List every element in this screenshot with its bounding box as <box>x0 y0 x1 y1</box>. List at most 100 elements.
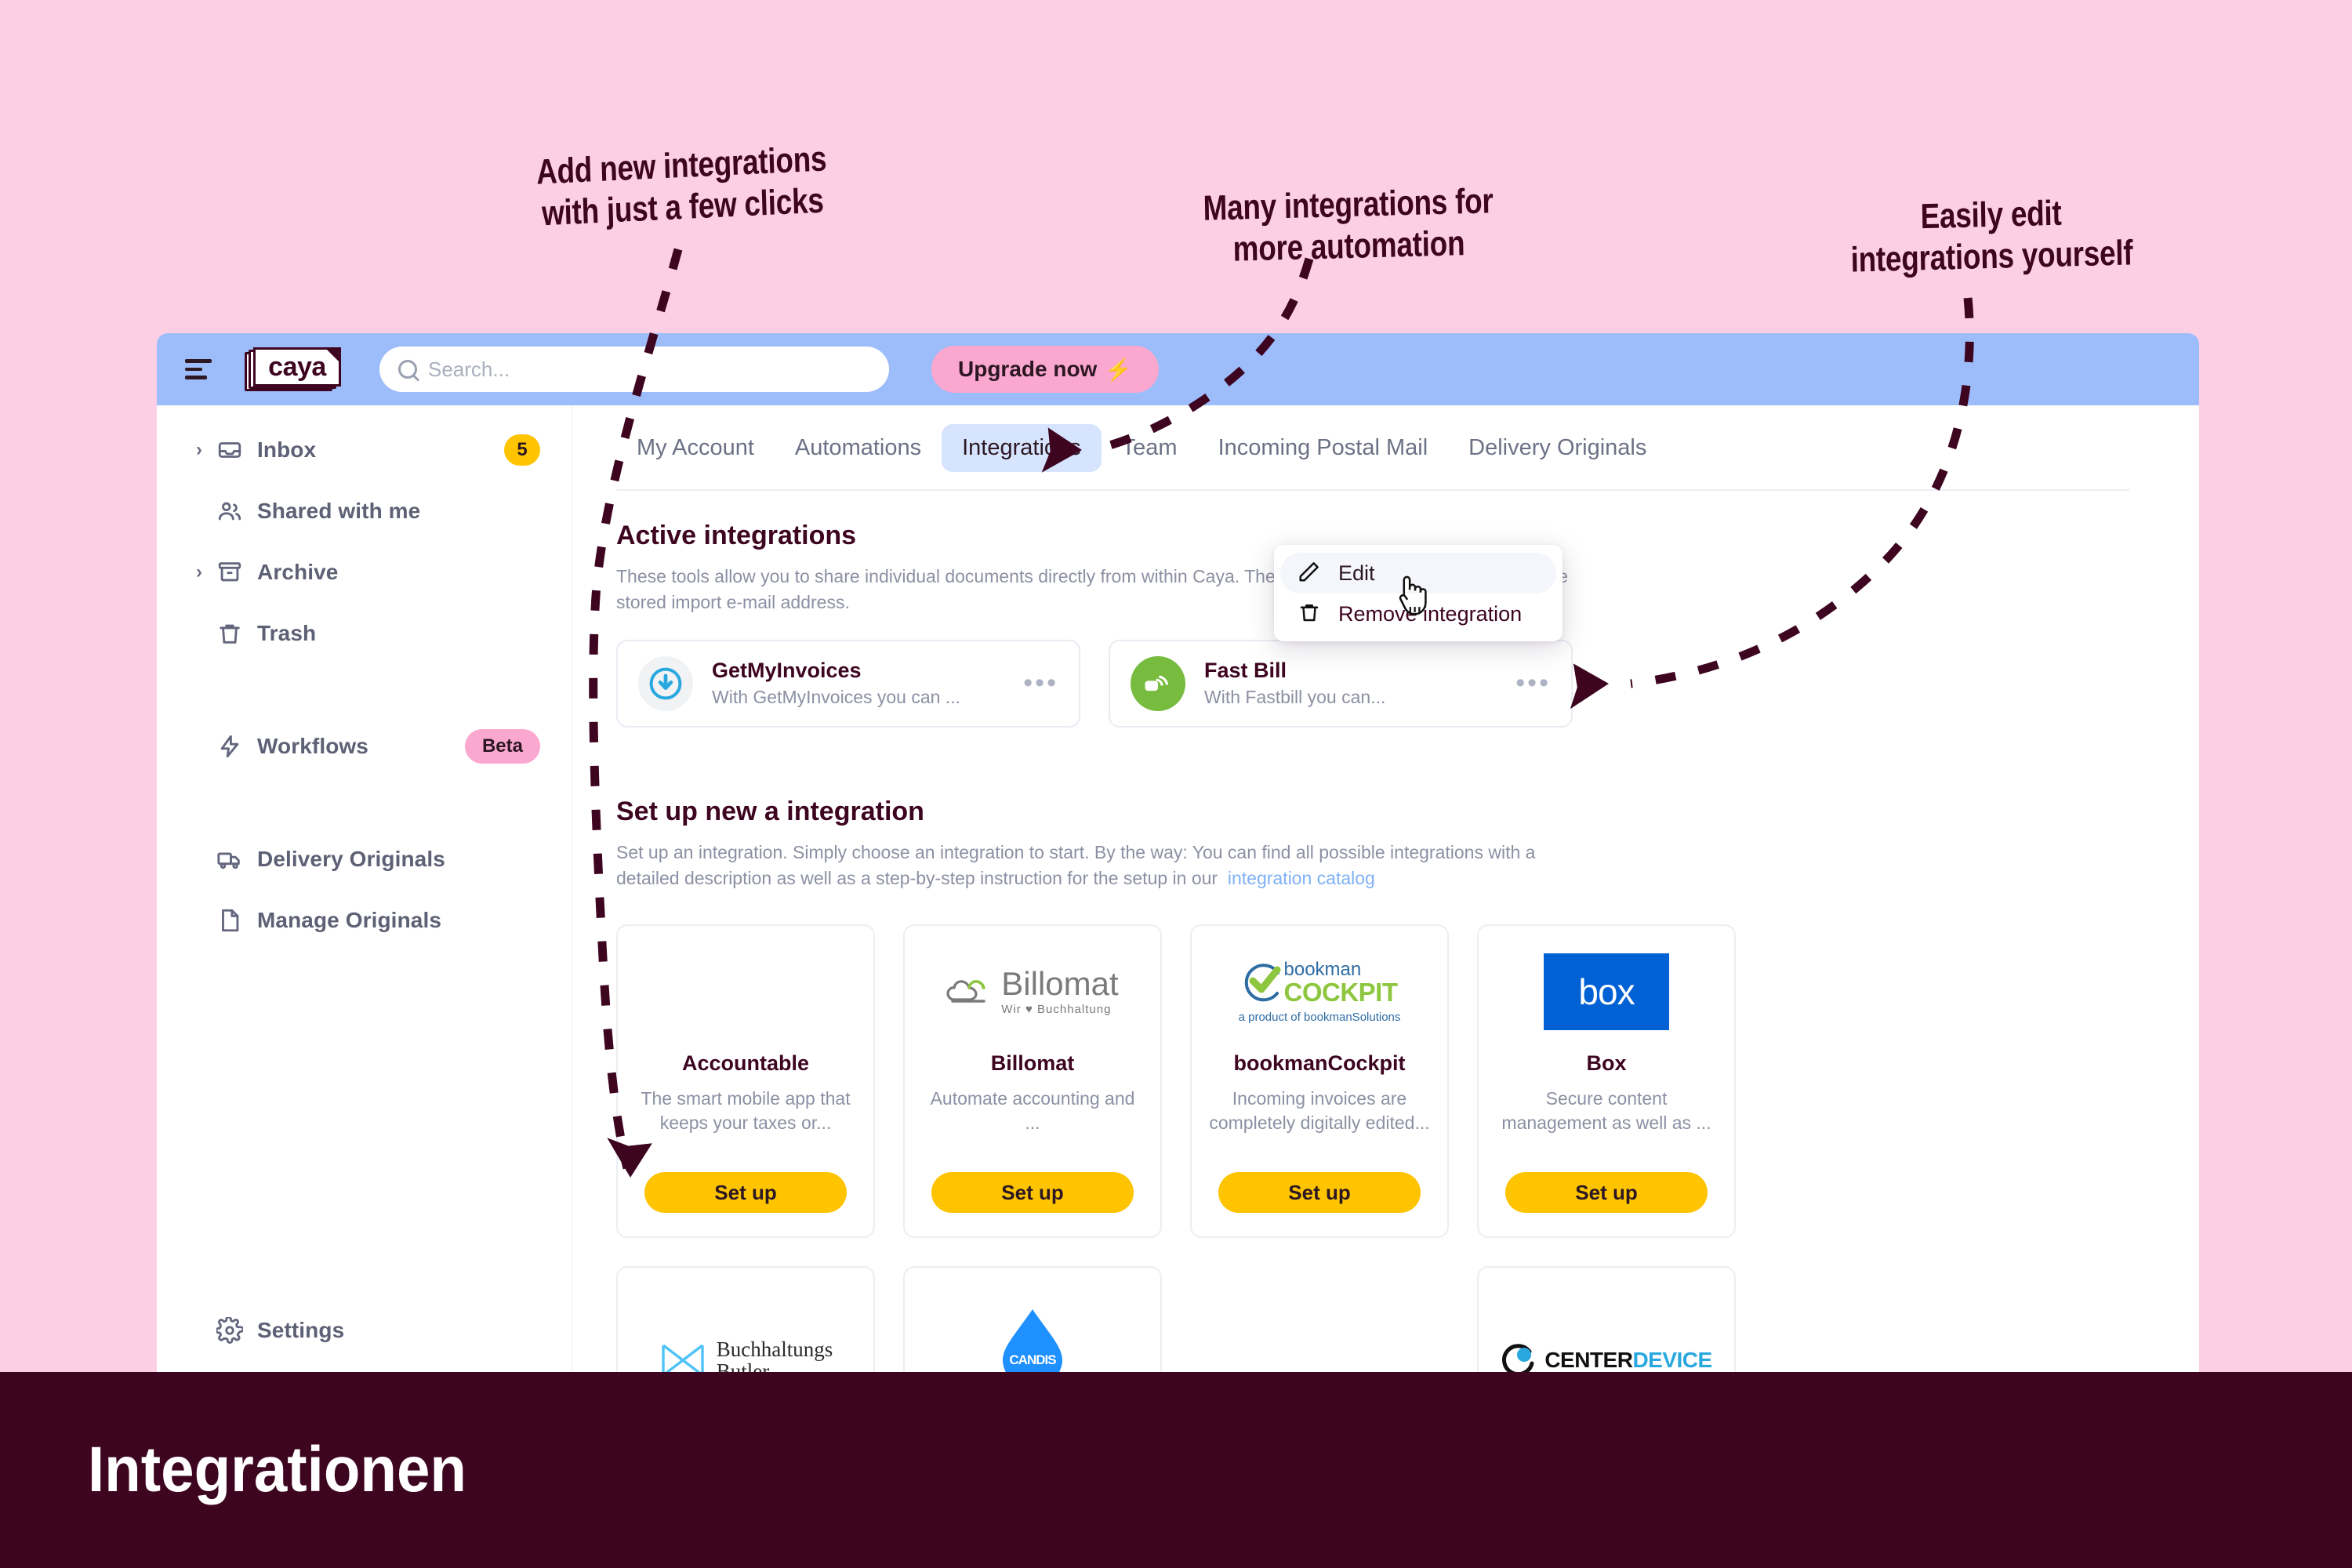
sidebar-item-label: Workflows <box>257 734 368 758</box>
beta-badge: Beta <box>464 729 540 764</box>
search-icon <box>398 360 417 379</box>
integration-card-accountable[interactable]: Accountable The smart mobile app that ke… <box>616 924 875 1239</box>
active-integration-card[interactable]: Fast Bill With Fastbill you can... ••• <box>1109 639 1573 728</box>
card-name: Billomat <box>990 1051 1075 1076</box>
billomat-wordmark: Billomat <box>1001 965 1119 1003</box>
box-logo: box <box>1496 948 1717 1036</box>
sidebar-item-shared-with-me[interactable]: › Shared with me <box>157 481 572 542</box>
chevron-right-icon[interactable]: › <box>196 441 216 459</box>
tab-incoming-postal-mail[interactable]: Incoming Postal Mail <box>1198 424 1449 472</box>
billomat-logo: Billomat Wir ♥ Buchhaltung <box>922 948 1143 1036</box>
tab-my-account[interactable]: My Account <box>616 424 775 472</box>
callout-add-integrations: Add new integrations with just a few cli… <box>535 138 827 234</box>
integration-card-empty-slot <box>1190 1266 1449 1372</box>
integration-catalog-link[interactable]: integration catalog <box>1228 868 1375 888</box>
setup-button[interactable]: Set up <box>1505 1172 1708 1214</box>
archive-icon <box>216 559 257 586</box>
app-topbar: caya Upgrade now ⚡ <box>157 333 2199 405</box>
integration-options-button[interactable]: ••• <box>1515 670 1551 696</box>
candis-wordmark: CANDIS <box>1009 1352 1056 1368</box>
sidebar-item-label: Archive <box>257 560 339 584</box>
app-window: caya Upgrade now ⚡ › <box>157 333 2199 1372</box>
sidebar-item-inbox[interactable]: › Inbox 5 <box>157 419 572 481</box>
page-fold-icon <box>326 349 339 362</box>
logo-card: caya <box>253 347 341 387</box>
sidebar-item-settings[interactable]: › Settings <box>157 1300 572 1361</box>
trash-icon <box>216 620 257 647</box>
integration-card-billomat[interactable]: Billomat Wir ♥ Buchhaltung Billomat Auto… <box>903 924 1162 1239</box>
card-description: Secure content management as well as ... <box>1501 1088 1711 1134</box>
users-icon <box>216 498 257 524</box>
cd-wordmark-b: DEVICE <box>1632 1348 1712 1372</box>
candis-logo: CANDIS <box>1001 1309 1064 1372</box>
chevron-right-icon[interactable]: › <box>196 563 216 582</box>
setup-button[interactable]: Set up <box>1218 1172 1421 1214</box>
settings-tabs: My Account Automations Integrations Team… <box>616 405 2199 472</box>
main-content: My Account Automations Integrations Team… <box>572 405 2199 1372</box>
card-description: Incoming invoices are completely digital… <box>1209 1088 1430 1134</box>
sidebar-item-manage-originals[interactable]: › Manage Originals <box>157 890 572 951</box>
document-icon <box>216 907 257 934</box>
sidebar-item-label: Shared with me <box>257 499 421 523</box>
tab-integrations[interactable]: Integrations <box>942 424 1102 472</box>
upgrade-now-button[interactable]: Upgrade now ⚡ <box>931 346 1160 393</box>
integration-card-buchhaltungsbutler[interactable]: Buchhaltungs Butler <box>616 1266 875 1372</box>
upgrade-label: Upgrade now <box>958 357 1098 381</box>
logo-slot <box>635 948 856 1036</box>
integration-card-centerdevice[interactable]: CENTERDEVICE <box>1477 1266 1736 1372</box>
tab-automations[interactable]: Automations <box>775 424 942 472</box>
bookman-wordmark-main: COCKPIT <box>1283 977 1399 1007</box>
bookman-wordmark-top: bookman <box>1283 958 1362 980</box>
trash-icon <box>1298 601 1321 628</box>
integration-name: GetMyInvoices <box>712 659 862 683</box>
caya-logo[interactable]: caya <box>245 347 342 391</box>
cd-wordmark-a: CENTER <box>1544 1348 1633 1372</box>
integration-card-candis[interactable]: CANDIS <box>903 1266 1162 1372</box>
buchhaltungsbutler-logo: Buchhaltungs Butler <box>659 1338 833 1372</box>
getmyinvoices-icon <box>638 655 693 711</box>
integration-options-button[interactable]: ••• <box>1023 670 1058 696</box>
tab-delivery-originals[interactable]: Delivery Originals <box>1448 424 1667 472</box>
card-name: Accountable <box>681 1051 810 1076</box>
gear-icon <box>216 1317 257 1344</box>
active-integration-card[interactable]: GetMyInvoices With GetMyInvoices you can… <box>616 639 1080 728</box>
setup-button[interactable]: Set up <box>644 1172 847 1214</box>
bottom-banner: Integrationen <box>0 1372 2352 1568</box>
truck-icon <box>216 846 257 873</box>
tab-team[interactable]: Team <box>1102 424 1198 472</box>
sidebar-item-delivery-originals[interactable]: › Delivery Originals <box>157 829 572 890</box>
integration-card-bookmancockpit[interactable]: bookman COCKPIT a product of bookmanSolu… <box>1190 924 1449 1239</box>
centerdevice-logo: CENTERDEVICE <box>1501 1342 1712 1372</box>
card-description: The smart mobile app that keeps your tax… <box>641 1088 851 1134</box>
search-field[interactable] <box>379 347 889 392</box>
inbox-icon <box>216 437 257 463</box>
setup-section-description: Set up an integration. Simply choose an … <box>616 840 1600 892</box>
banner-title: Integrationen <box>88 1434 467 1505</box>
setup-button[interactable]: Set up <box>931 1172 1134 1214</box>
sidebar-item-workflows[interactable]: › Workflows Beta <box>157 716 572 777</box>
sidebar-item-label: Delivery Originals <box>257 847 445 871</box>
hamburger-icon[interactable] <box>185 359 213 380</box>
sidebar-item-label: Settings <box>257 1318 345 1342</box>
search-input[interactable] <box>428 357 870 382</box>
lightning-bolt-icon: ⚡ <box>1105 357 1133 382</box>
bookmancockpit-logo: bookman COCKPIT a product of bookmanSolu… <box>1209 948 1430 1036</box>
sidebar-item-archive[interactable]: › Archive <box>157 542 572 603</box>
inbox-unread-badge: 5 <box>504 434 540 466</box>
bb-wordmark-top: Buchhaltungs <box>716 1338 833 1362</box>
pencil-icon <box>1298 560 1321 587</box>
box-wordmark: box <box>1578 971 1635 1013</box>
integration-cards-grid-row2: Buchhaltungs Butler CANDIS CENTERDEVICE <box>616 1266 2199 1372</box>
sidebar-item-label: Manage Originals <box>257 908 441 932</box>
integration-card-box[interactable]: box Box Secure content management as wel… <box>1477 924 1736 1239</box>
sidebar-item-trash[interactable]: › Trash <box>157 603 572 664</box>
page-root: Add new integrations with just a few cli… <box>0 0 2352 1568</box>
sidebar: › Inbox 5 › Shared with me › <box>157 405 572 1372</box>
callout-easily-edit: Easily edit integrations yourself <box>1850 192 2133 280</box>
menu-item-label: Edit <box>1338 561 1375 585</box>
active-integrations-list: GetMyInvoices With GetMyInvoices you can… <box>616 639 2199 728</box>
hand-cursor <box>1399 575 1427 615</box>
billomat-tagline: Wir ♥ Buchhaltung <box>1001 1003 1112 1017</box>
sidebar-item-label: Inbox <box>257 437 317 462</box>
